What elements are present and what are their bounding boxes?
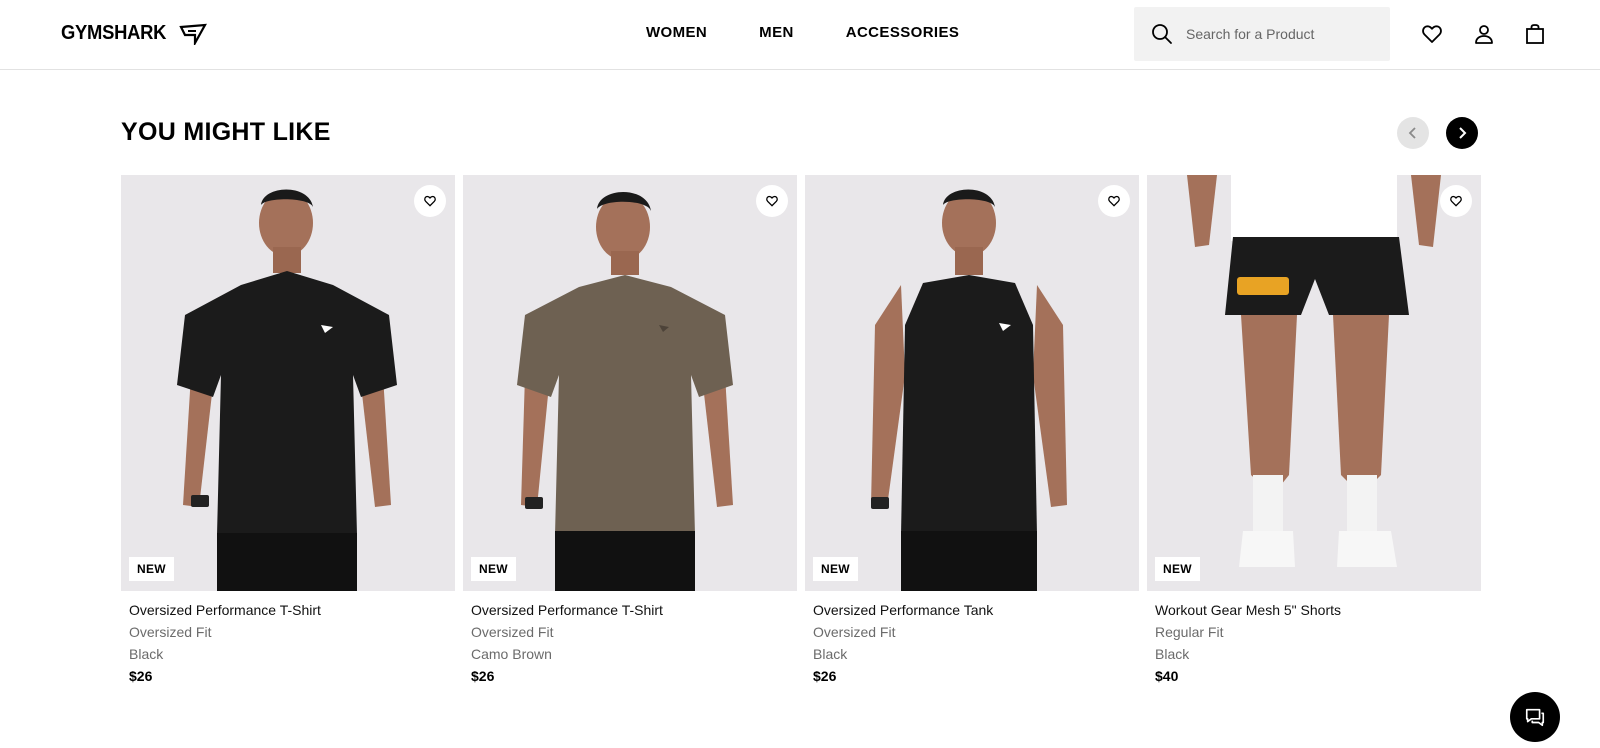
product-price: $26 xyxy=(471,668,495,684)
heart-icon xyxy=(1450,195,1462,207)
wishlist-button[interactable] xyxy=(756,185,788,217)
search-icon xyxy=(1152,24,1172,44)
heart-icon xyxy=(766,195,778,207)
model-photo xyxy=(517,192,733,591)
product-price: $26 xyxy=(813,668,837,684)
new-badge: NEW xyxy=(813,557,858,581)
nav-women[interactable]: WOMEN xyxy=(646,24,707,41)
product-fit: Oversized Fit xyxy=(813,624,896,640)
gymshark-logo[interactable]: GYMSHARK xyxy=(61,22,208,45)
wishlist-button[interactable] xyxy=(1440,185,1472,217)
product-card[interactable]: NEW Oversized Performance T-Shirt Oversi… xyxy=(121,175,455,685)
product-fit: Regular Fit xyxy=(1155,624,1224,640)
product-fit: Oversized Fit xyxy=(471,624,554,640)
nav-accessories[interactable]: ACCESSORIES xyxy=(846,24,960,41)
product-price: $26 xyxy=(129,668,153,684)
nav-men[interactable]: MEN xyxy=(759,24,794,41)
search-box[interactable] xyxy=(1134,7,1390,61)
model-photo xyxy=(1187,175,1441,567)
product-color: Black xyxy=(813,646,848,662)
product-name[interactable]: Oversized Performance Tank xyxy=(813,601,1131,619)
chat-icon xyxy=(1525,708,1545,727)
chevron-right-icon xyxy=(1459,127,1467,139)
product-image[interactable]: NEW xyxy=(463,175,797,591)
section-title: YOU MIGHT LIKE xyxy=(121,118,331,146)
site-header: GYMSHARK WOMEN MEN ACCESSORIES xyxy=(0,0,1600,70)
model-photo xyxy=(871,189,1067,591)
heart-icon xyxy=(424,195,436,207)
product-image[interactable]: NEW xyxy=(805,175,1139,591)
carousel-next-button[interactable] xyxy=(1446,117,1478,149)
product-image[interactable]: NEW xyxy=(1147,175,1481,591)
product-color: Camo Brown xyxy=(471,646,552,662)
product-card[interactable]: NEW Oversized Performance T-Shirt Oversi… xyxy=(463,175,797,685)
search-input[interactable] xyxy=(1186,26,1376,42)
product-name[interactable]: Oversized Performance T-Shirt xyxy=(471,601,789,619)
new-badge: NEW xyxy=(471,557,516,581)
bag-icon[interactable] xyxy=(1523,22,1547,46)
product-price: $40 xyxy=(1155,668,1179,684)
wishlist-button[interactable] xyxy=(1098,185,1130,217)
product-card[interactable]: NEW Workout Gear Mesh 5" Shorts Regular … xyxy=(1147,175,1481,685)
product-name[interactable]: Workout Gear Mesh 5" Shorts xyxy=(1155,601,1473,619)
shark-logo-icon xyxy=(179,23,208,45)
product-fit: Oversized Fit xyxy=(129,624,212,640)
heart-icon[interactable] xyxy=(1420,22,1444,46)
product-card[interactable]: NEW Oversized Performance Tank Oversized… xyxy=(805,175,1139,685)
product-carousel: NEW Oversized Performance T-Shirt Oversi… xyxy=(121,175,1481,685)
main-nav: WOMEN MEN ACCESSORIES xyxy=(646,24,959,41)
product-image[interactable]: NEW xyxy=(121,175,455,591)
model-photo xyxy=(177,189,397,591)
product-name[interactable]: Oversized Performance T-Shirt xyxy=(129,601,447,619)
chevron-left-icon xyxy=(1408,127,1416,139)
carousel-prev-button[interactable] xyxy=(1397,117,1429,149)
new-badge: NEW xyxy=(129,557,174,581)
logo-text: GYMSHARK xyxy=(61,22,167,44)
new-badge: NEW xyxy=(1155,557,1200,581)
product-color: Black xyxy=(129,646,164,662)
heart-icon xyxy=(1108,195,1120,207)
user-icon[interactable] xyxy=(1472,22,1496,46)
wishlist-button[interactable] xyxy=(414,185,446,217)
product-color: Black xyxy=(1155,646,1190,662)
chat-button[interactable] xyxy=(1510,692,1560,742)
